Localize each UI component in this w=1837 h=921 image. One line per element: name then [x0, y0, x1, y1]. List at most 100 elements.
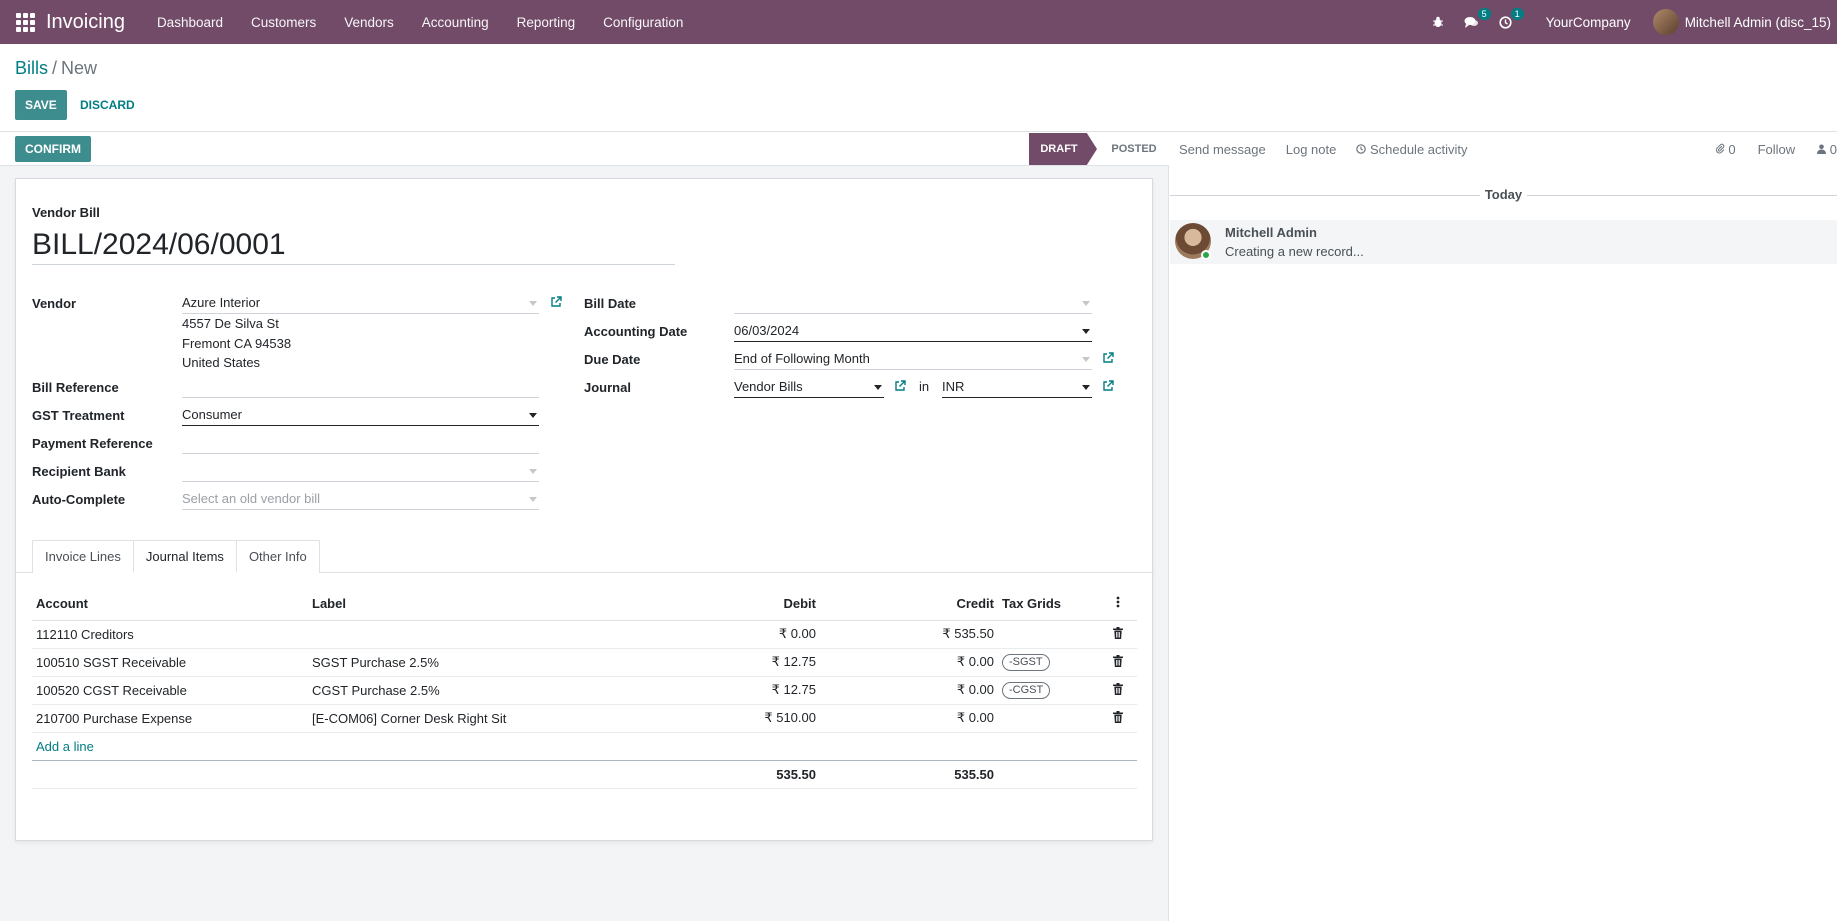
column-header-label[interactable]: Label [308, 587, 640, 621]
vendor-value: Azure Interior [182, 295, 261, 310]
breadcrumb-bills-link[interactable]: Bills [15, 58, 48, 78]
followers-button[interactable]: 0 [1817, 142, 1837, 157]
currency-caret-icon[interactable] [1082, 385, 1090, 390]
delete-row-trash-icon[interactable] [1112, 710, 1123, 723]
accounting-date-field[interactable]: 06/03/2024 [734, 322, 1092, 342]
table-row[interactable]: 100520 CGST Receivable CGST Purchase 2.5… [32, 676, 1137, 705]
row-label[interactable]: SGST Purchase 2.5% [308, 648, 640, 677]
gst-treatment-caret-icon[interactable] [529, 413, 537, 418]
journal-external-link-icon[interactable] [894, 380, 906, 392]
row-tax-grids[interactable]: -CGST [998, 676, 1098, 705]
column-header-tax-grids[interactable]: Tax Grids [998, 587, 1098, 621]
company-switcher[interactable]: YourCompany [1522, 15, 1653, 30]
follow-button[interactable]: Follow [1758, 142, 1796, 157]
due-date-field[interactable]: End of Following Month [734, 350, 1092, 370]
menu-accounting[interactable]: Accounting [408, 15, 503, 30]
table-row[interactable]: 112110 Creditors ₹ 0.00 ₹ 535.50 [32, 620, 1137, 649]
add-line-link[interactable]: Add a line [36, 739, 94, 754]
table-row[interactable]: 210700 Purchase Expense [E-COM06] Corner… [32, 704, 1137, 733]
online-status-icon [1201, 250, 1211, 260]
menu-reporting[interactable]: Reporting [503, 15, 590, 30]
column-header-debit[interactable]: Debit [640, 587, 820, 621]
menu-configuration[interactable]: Configuration [589, 15, 697, 30]
menu-customers[interactable]: Customers [237, 15, 330, 30]
column-header-credit[interactable]: Credit [820, 587, 998, 621]
row-tax-grids[interactable]: -SGST [998, 648, 1098, 677]
totals-row: 535.50 535.50 [32, 759, 1137, 789]
accounting-date-caret-icon[interactable] [1082, 329, 1090, 334]
row-label[interactable]: [E-COM06] Corner Desk Right Sit [308, 704, 640, 733]
tab-invoice-lines[interactable]: Invoice Lines [32, 540, 134, 573]
schedule-activity-button[interactable]: Schedule activity [1356, 142, 1468, 157]
discard-button[interactable]: DISCARD [70, 90, 145, 120]
message-author[interactable]: Mitchell Admin [1225, 225, 1317, 240]
delete-row-trash-icon[interactable] [1112, 654, 1123, 667]
row-debit[interactable]: ₹ 510.00 [640, 704, 820, 733]
currency-external-link-icon[interactable] [1102, 380, 1114, 392]
column-settings-kebab-icon[interactable] [1098, 587, 1137, 621]
due-date-caret-icon[interactable] [1082, 357, 1090, 362]
recipient-bank-caret-icon[interactable] [529, 469, 537, 474]
delete-row-trash-icon[interactable] [1112, 626, 1123, 639]
send-message-button[interactable]: Send message [1179, 142, 1266, 157]
row-credit[interactable]: ₹ 0.00 [820, 676, 998, 705]
stage-posted[interactable]: POSTED [1101, 133, 1167, 165]
activities-clock-icon[interactable]: 1 [1489, 7, 1524, 29]
journal-caret-icon[interactable] [874, 385, 882, 390]
debug-bug-icon[interactable] [1422, 16, 1454, 28]
messages-icon[interactable]: 5 [1454, 7, 1491, 29]
row-debit[interactable]: ₹ 12.75 [640, 648, 820, 677]
tab-other-info[interactable]: Other Info [235, 540, 320, 573]
row-credit[interactable]: ₹ 0.00 [820, 648, 998, 677]
row-label[interactable]: CGST Purchase 2.5% [308, 676, 640, 705]
payment-reference-input[interactable] [182, 434, 539, 454]
vendor-external-link-icon[interactable] [550, 296, 562, 308]
currency-field[interactable]: INR [942, 378, 1092, 398]
row-account[interactable]: 112110 Creditors [32, 620, 308, 649]
bill-reference-input[interactable] [182, 378, 539, 398]
table-row[interactable]: 100510 SGST Receivable SGST Purchase 2.5… [32, 648, 1137, 677]
row-account[interactable]: 100510 SGST Receivable [32, 648, 308, 677]
breadcrumb-separator: / [52, 58, 58, 78]
tab-journal-items[interactable]: Journal Items [132, 540, 237, 573]
breadcrumb: Bills / New [15, 58, 97, 79]
delete-row-trash-icon[interactable] [1112, 682, 1123, 695]
bill-date-field[interactable] [734, 294, 1092, 314]
row-tax-grids[interactable] [998, 620, 1098, 649]
chatter-message[interactable]: Mitchell Admin Creating a new record... [1170, 220, 1837, 264]
gst-treatment-select[interactable]: Consumer [182, 406, 539, 426]
vendor-field[interactable]: Azure Interior [182, 294, 539, 314]
gst-treatment-label: GST Treatment [32, 408, 125, 423]
add-line-row: Add a line [32, 732, 1137, 760]
row-debit[interactable]: ₹ 12.75 [640, 676, 820, 705]
row-label[interactable] [308, 620, 640, 649]
save-button[interactable]: SAVE [15, 90, 67, 120]
journal-field[interactable]: Vendor Bills [734, 378, 884, 398]
attachments-button[interactable]: 0 [1715, 142, 1736, 157]
due-date-external-link-icon[interactable] [1102, 352, 1114, 364]
row-debit[interactable]: ₹ 0.00 [640, 620, 820, 649]
menu-vendors[interactable]: Vendors [330, 15, 408, 30]
app-title[interactable]: Invoicing [46, 11, 125, 34]
user-menu[interactable]: Mitchell Admin (disc_15) [1652, 9, 1837, 35]
column-header-account[interactable]: Account [32, 587, 308, 621]
bill-date-caret-icon[interactable] [1082, 301, 1090, 306]
log-note-button[interactable]: Log note [1286, 142, 1337, 157]
row-credit[interactable]: ₹ 535.50 [820, 620, 998, 649]
row-account[interactable]: 210700 Purchase Expense [32, 704, 308, 733]
row-credit[interactable]: ₹ 0.00 [820, 704, 998, 733]
journal-label: Journal [584, 380, 631, 395]
payment-reference-label: Payment Reference [32, 436, 153, 451]
stage-draft[interactable]: DRAFT [1029, 133, 1097, 165]
apps-menu-icon[interactable] [14, 11, 36, 33]
row-tax-grids[interactable] [998, 704, 1098, 733]
menu-dashboard[interactable]: Dashboard [143, 15, 237, 30]
auto-complete-field[interactable]: Select an old vendor bill [182, 490, 539, 510]
row-account[interactable]: 100520 CGST Receivable [32, 676, 308, 705]
recipient-bank-field[interactable] [182, 462, 539, 482]
vendor-dropdown-caret-icon[interactable] [529, 301, 537, 306]
confirm-button[interactable]: CONFIRM [15, 136, 91, 162]
auto-complete-caret-icon[interactable] [529, 497, 537, 502]
total-credit: 535.50 [820, 759, 998, 789]
schedule-activity-label: Schedule activity [1369, 142, 1468, 157]
